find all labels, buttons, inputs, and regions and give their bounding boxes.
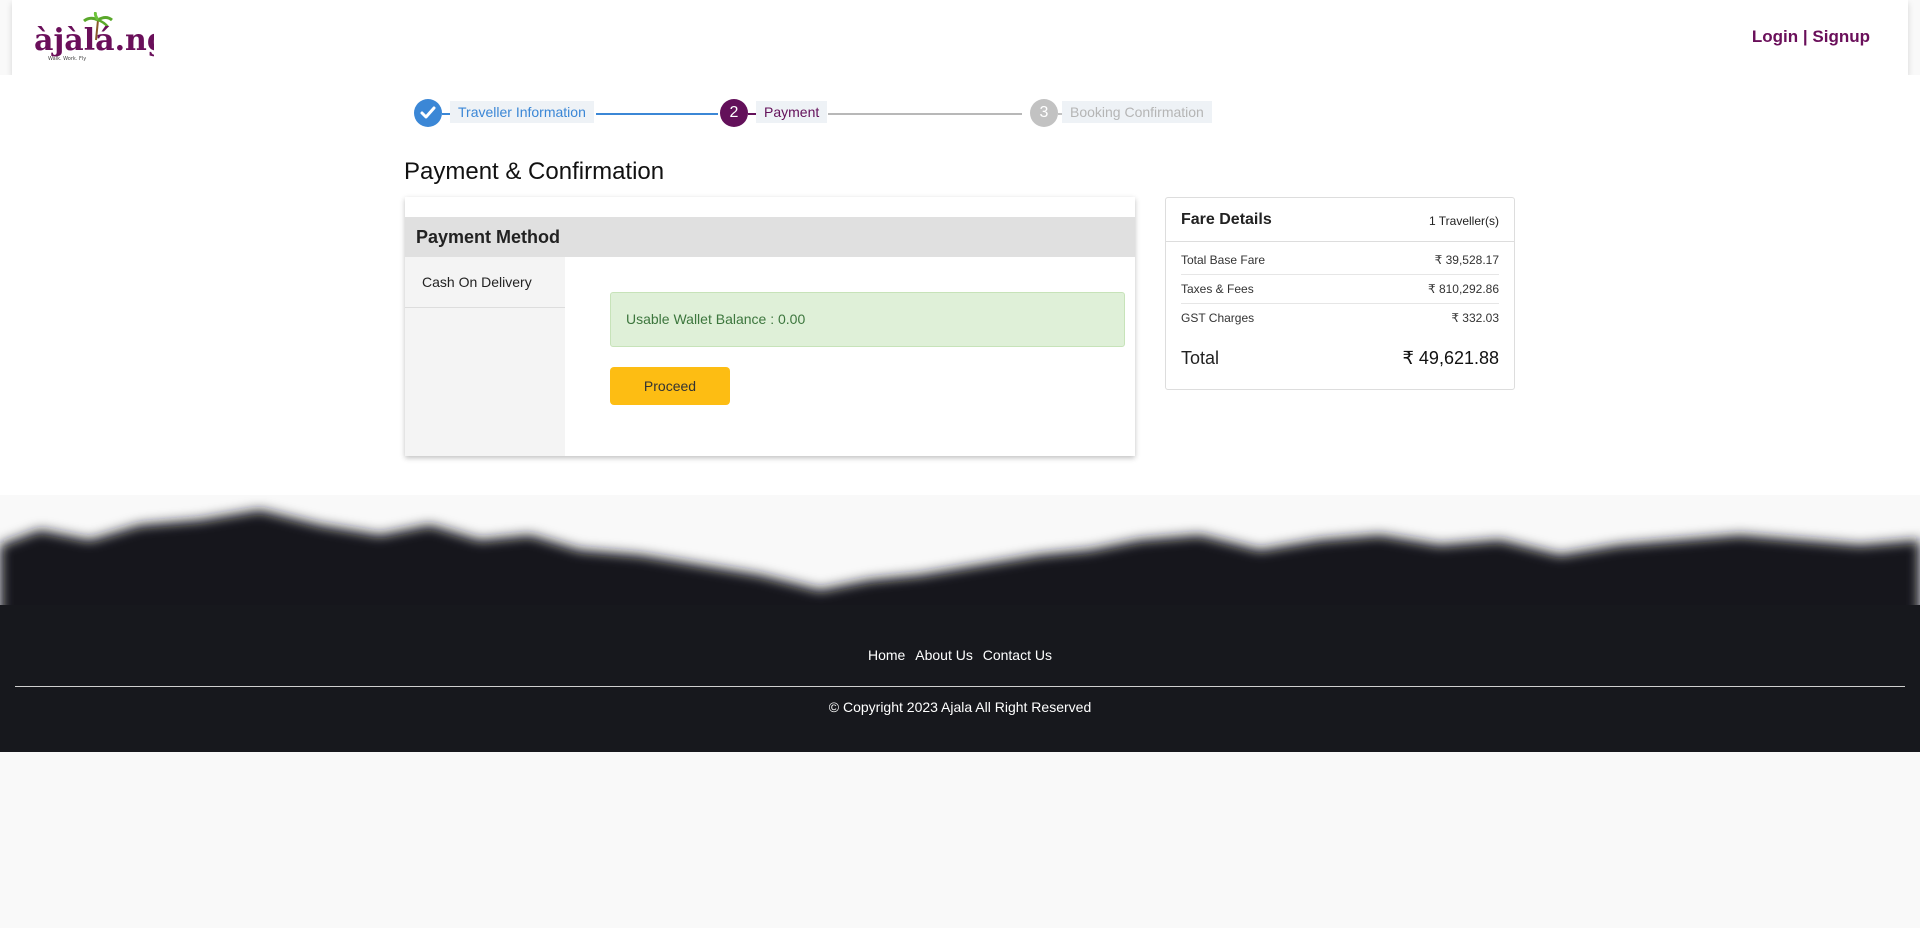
step-2-number: 2 xyxy=(720,99,748,127)
traveller-count: 1 Traveller(s) xyxy=(1428,214,1499,228)
svg-text:àjàlá.ng: àjàlá.ng xyxy=(34,23,154,58)
fare-details-card: Fare Details 1 Traveller(s) Total Base F… xyxy=(1165,197,1515,390)
fare-total: Total ₹ 49,621.88 xyxy=(1181,348,1499,372)
step-connector xyxy=(442,113,450,115)
step-2-label[interactable]: Payment xyxy=(756,101,828,123)
page-title: Payment & Confirmation xyxy=(404,158,665,185)
step-1-check-icon xyxy=(414,99,442,127)
proceed-button[interactable]: Proceed xyxy=(610,367,730,405)
ajala-logo[interactable]: àjàlá.ng Walk. Work. Fly xyxy=(34,10,168,64)
payment-option-cash-on-delivery[interactable]: Cash On Delivery xyxy=(405,257,565,308)
fare-row-label: Total Base Fare xyxy=(1181,253,1266,267)
wallet-balance-alert: Usable Wallet Balance : 0.00 xyxy=(610,292,1125,347)
booking-stepper: Traveller Information 2 Payment 3 Bookin… xyxy=(414,99,1214,129)
fare-details-header: Fare Details 1 Traveller(s) xyxy=(1166,198,1514,242)
fare-row-value: ₹ 39,528.17 xyxy=(1434,253,1499,267)
payment-method-header: Payment Method xyxy=(405,217,1135,257)
fare-row: Total Base Fare ₹ 39,528.17 xyxy=(1181,246,1499,275)
top-header: àjàlá.ng Walk. Work. Fly Login | Signup xyxy=(12,0,1908,75)
step-1-label[interactable]: Traveller Information xyxy=(450,101,594,123)
step-connector xyxy=(828,113,1022,115)
payment-card: Payment Method Cash On Delivery Usable W… xyxy=(405,197,1135,456)
auth-links: Login | Signup xyxy=(1752,27,1870,47)
fare-row: Taxes & Fees ₹ 810,292.86 xyxy=(1181,275,1499,304)
footer-link-about-us[interactable]: About Us xyxy=(915,647,973,663)
step-connector xyxy=(596,113,718,115)
fare-row-value: ₹ 810,292.86 xyxy=(1427,282,1499,296)
signup-link[interactable]: Signup xyxy=(1812,27,1870,46)
fare-row-label: Taxes & Fees xyxy=(1181,282,1254,296)
payment-method-list: Cash On Delivery xyxy=(405,257,565,456)
footer-nav: Home About Us Contact Us xyxy=(0,647,1920,663)
footer-link-home[interactable]: Home xyxy=(868,647,905,663)
step-connector xyxy=(748,113,756,115)
fare-row: GST Charges ₹ 332.03 xyxy=(1181,304,1499,333)
footer-link-contact-us[interactable]: Contact Us xyxy=(983,647,1052,663)
auth-separator: | xyxy=(1802,27,1808,46)
step-3-label[interactable]: Booking Confirmation xyxy=(1062,101,1212,123)
login-link[interactable]: Login xyxy=(1752,27,1798,46)
footer-divider xyxy=(15,686,1905,687)
svg-text:Walk. Work. Fly: Walk. Work. Fly xyxy=(48,56,86,62)
footer-dark-band xyxy=(0,605,1920,752)
fare-total-value: ₹ 49,621.88 xyxy=(1402,348,1499,368)
fare-details-title: Fare Details xyxy=(1181,211,1272,228)
fare-row-value: ₹ 332.03 xyxy=(1451,311,1499,325)
fare-total-label: Total xyxy=(1181,348,1220,368)
step-3-number: 3 xyxy=(1030,99,1058,127)
fare-row-label: GST Charges xyxy=(1181,311,1255,325)
copyright-text: © Copyright 2023 Ajala All Right Reserve… xyxy=(828,699,1092,715)
